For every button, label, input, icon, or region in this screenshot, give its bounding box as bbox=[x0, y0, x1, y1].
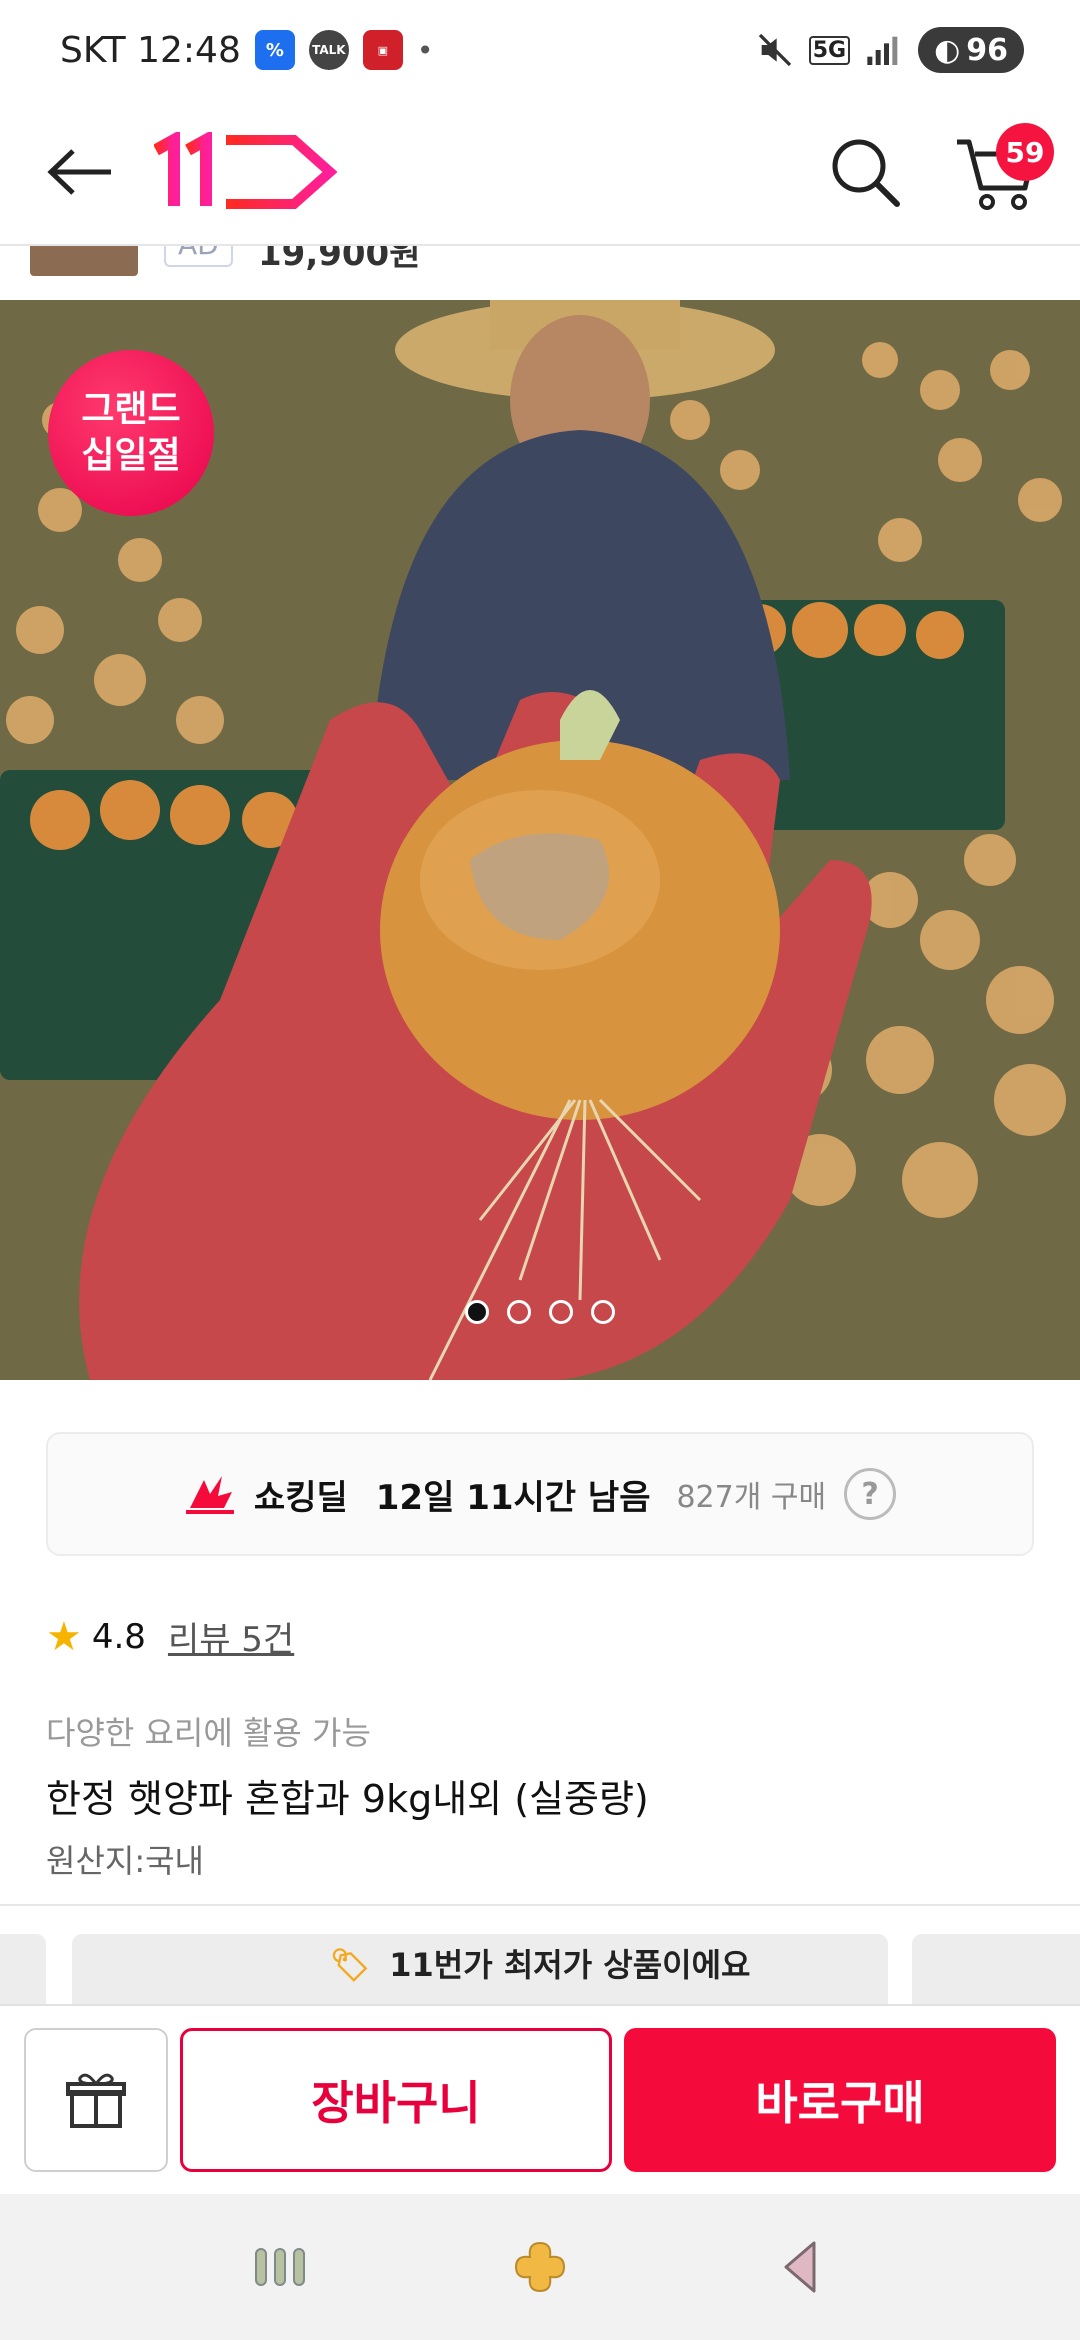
badge-line-1: 그랜드 bbox=[81, 389, 181, 430]
search-icon bbox=[832, 139, 900, 207]
home-button[interactable] bbox=[500, 2227, 580, 2307]
gift-icon bbox=[66, 2073, 126, 2128]
price-tag-icon: 🏷 bbox=[329, 1946, 371, 1984]
deal-time-left: 12일 11시간 남음 bbox=[375, 1477, 651, 1518]
lowest-price-text-row: 🏷 11번가 최저가 상품이에요 bbox=[0, 1940, 1080, 1986]
status-right: 5G ◐ 96 bbox=[755, 27, 1024, 73]
more-notifications-icon: • bbox=[416, 33, 434, 67]
network-type: 5G bbox=[808, 35, 851, 65]
battery-saver-icon: ◐ bbox=[934, 32, 961, 68]
purchase-action-bar: 장바구니 바로구매 bbox=[0, 2004, 1080, 2194]
back-arrow-icon bbox=[47, 149, 111, 195]
section-divider bbox=[0, 1904, 1080, 1906]
eleven-street-logo-icon bbox=[153, 129, 338, 209]
home-icon bbox=[514, 2241, 566, 2293]
lowest-price-text: 11번가 최저가 상품이에요 bbox=[389, 1946, 751, 1984]
back-nav-button[interactable] bbox=[760, 2227, 840, 2307]
grand-sale-badge: 그랜드 십일절 bbox=[48, 350, 214, 516]
product-subtitle: 다양한 요리에 활용 가능 bbox=[46, 1714, 371, 1752]
shocking-deal-box: 쇼킹딜 12일 11시간 남음 827개 구매 ? bbox=[46, 1432, 1034, 1556]
carousel-dot[interactable] bbox=[591, 1300, 615, 1324]
back-triangle-icon bbox=[784, 2241, 816, 2293]
back-button[interactable] bbox=[40, 132, 120, 212]
rating-score: 4.8 bbox=[91, 1616, 146, 1657]
status-left: SKT 12:48 % TALK ▣ • bbox=[60, 30, 755, 71]
product-origin: 원산지:국내 bbox=[46, 1842, 204, 1880]
ad-item-peek[interactable]: AD 19,900원 bbox=[0, 246, 1080, 300]
ad-tag: AD bbox=[164, 246, 233, 267]
product-image-carousel[interactable]: 그랜드 십일절 bbox=[0, 300, 1080, 1380]
deal-label: 쇼킹딜 bbox=[253, 1477, 348, 1518]
recent-apps-icon bbox=[255, 2248, 305, 2286]
review-link[interactable]: 리뷰 5건 bbox=[168, 1612, 294, 1661]
carousel-indicator bbox=[0, 1300, 1080, 1324]
gift-button[interactable] bbox=[24, 2028, 168, 2172]
ad-price: 19,900원 bbox=[258, 246, 421, 274]
recent-apps-button[interactable] bbox=[240, 2227, 320, 2307]
app-header: 59 bbox=[0, 100, 1080, 246]
mute-icon bbox=[758, 33, 791, 67]
talk-notification-icon: TALK bbox=[308, 30, 349, 70]
product-title: 한정 햇양파 혼합과 9kg내외 (실중량) bbox=[46, 1777, 649, 1821]
search-button[interactable] bbox=[820, 127, 910, 217]
system-navigation-bar bbox=[0, 2194, 1080, 2340]
carousel-dot[interactable] bbox=[507, 1300, 531, 1324]
help-button[interactable]: ? bbox=[844, 1468, 897, 1520]
purchase-count: 827개 구매 bbox=[676, 1480, 827, 1515]
status-bar: SKT 12:48 % TALK ▣ • 5G ◐ 96 bbox=[0, 0, 1080, 100]
star-icon: ★ bbox=[46, 1613, 82, 1660]
cart-count-badge: 59 bbox=[996, 123, 1054, 181]
app-notification-icon: % bbox=[254, 30, 295, 70]
carousel-dot[interactable] bbox=[549, 1300, 573, 1324]
badge-line-2: 십일절 bbox=[81, 435, 181, 476]
ad-thumbnail bbox=[30, 246, 138, 276]
rating-row: ★ 4.8 리뷰 5건 bbox=[46, 1612, 294, 1661]
carousel-dot[interactable] bbox=[465, 1300, 489, 1324]
battery-indicator: ◐ 96 bbox=[918, 27, 1024, 73]
page: SKT 12:48 % TALK ▣ • 5G ◐ 96 59 19,900원 … bbox=[0, 0, 1080, 2340]
cart-button[interactable]: 59 bbox=[950, 123, 1054, 217]
signal-icon bbox=[867, 36, 898, 65]
buy-now-button[interactable]: 바로구매 bbox=[624, 2028, 1056, 2172]
brand-logo[interactable] bbox=[153, 129, 344, 212]
battery-level: 96 bbox=[966, 32, 1008, 68]
add-to-cart-button[interactable]: 장바구니 bbox=[180, 2028, 612, 2172]
carrier-time: SKT 12:48 bbox=[60, 29, 241, 71]
shocking-deal-icon bbox=[185, 1476, 234, 1514]
lowest-price-banner[interactable]: 🏷 11번가 최저가 상품이에요 bbox=[0, 1934, 1080, 2004]
news-notification-icon: ▣ bbox=[362, 30, 403, 70]
